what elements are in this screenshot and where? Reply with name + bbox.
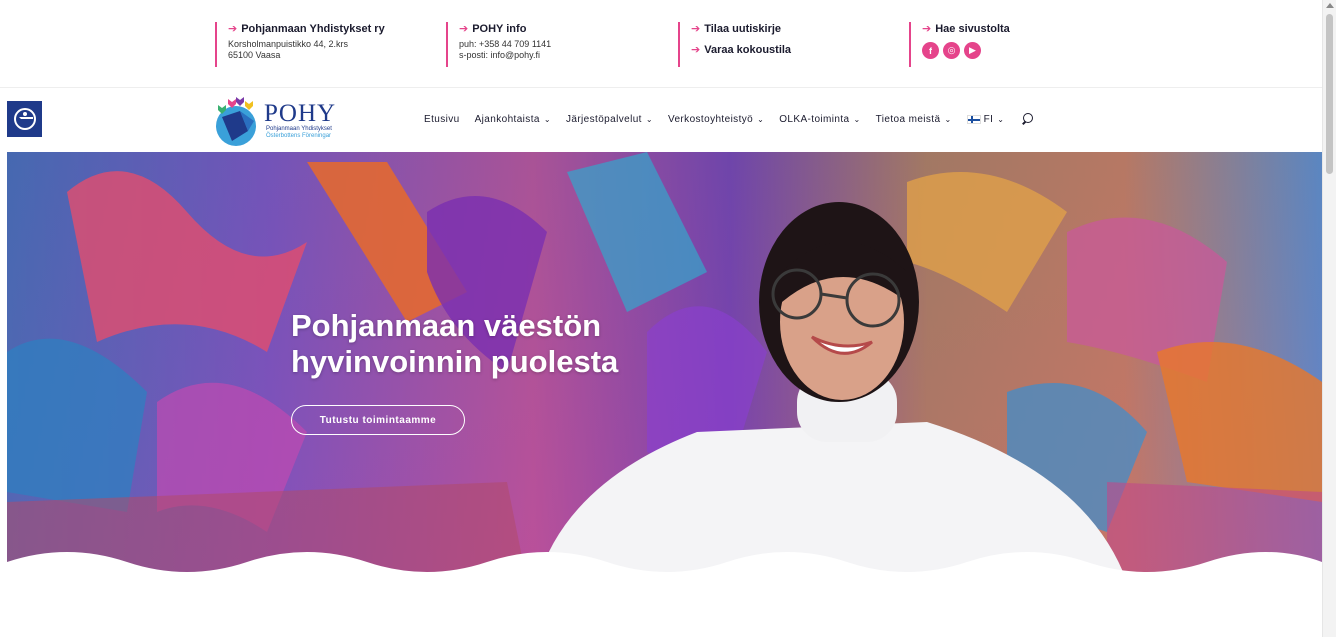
nav-item-jarjestopalvelut[interactable]: Järjestöpalvelut ⌄ <box>566 114 653 125</box>
logo-tagline-sv: Österbottens Föreningar <box>266 133 332 139</box>
newsletter-link[interactable]: ➔ Tilaa uutiskirje <box>691 22 791 36</box>
hero-title: Pohjanmaan väestön hyvinvoinnin puolesta <box>291 308 619 379</box>
site-logo[interactable]: POHY Pohjanmaan Yhdistykset Österbottens… <box>214 95 344 147</box>
search-icon[interactable] <box>1021 113 1034 125</box>
youtube-icon[interactable]: ▶ <box>964 42 981 59</box>
chevron-down-icon: ⌄ <box>853 114 861 124</box>
finland-flag-icon <box>966 114 981 124</box>
chevron-down-icon: ⌄ <box>757 114 765 124</box>
accessibility-icon <box>13 108 36 130</box>
top-info-bar: ➔ Pohjanmaan Yhdistykset ry Korsholmanpui… <box>0 0 1322 88</box>
chevron-down-icon: ⌄ <box>645 114 653 124</box>
email-text[interactable]: s-posti: info@pohy.fi <box>459 50 551 61</box>
hero-banner: Pohjanmaan väestön hyvinvoinnin puolesta… <box>7 152 1322 582</box>
arrow-right-icon: ➔ <box>691 23 701 35</box>
main-nav: Etusivu Ajankohtaista ⌄ Järjestöpalvelut ⌄… <box>424 112 1034 126</box>
contact-info-block: ➔ POHY info puh: +358 44 709 1141 s-posti… <box>446 22 551 67</box>
address-line: Korsholmanpuistikko 44, 2.krs <box>228 39 349 49</box>
arrow-right-icon: ➔ <box>922 23 932 35</box>
search-social-block: ➔ Hae sivustolta f ◎ ▶ <box>909 22 1010 67</box>
language-switcher[interactable]: FI ⌄ <box>966 114 1005 125</box>
chevron-down-icon: ⌄ <box>997 114 1005 124</box>
nav-item-verkostoyhteistyo[interactable]: Verkostoyhteistyö ⌄ <box>668 114 764 125</box>
nav-item-olka-toiminta[interactable]: OLKA-toiminta ⌄ <box>779 114 860 125</box>
arrow-right-icon: ➔ <box>228 23 238 35</box>
scrollbar-thumb[interactable] <box>1326 14 1333 174</box>
nav-item-ajankohtaista[interactable]: Ajankohtaista ⌄ <box>475 114 551 125</box>
arrow-right-icon: ➔ <box>459 23 469 35</box>
page-scrollbar[interactable] <box>1322 0 1336 637</box>
logo-tagline-fi: Pohjanmaan Yhdistykset <box>266 126 332 132</box>
scroll-up-arrow-icon[interactable] <box>1326 3 1334 8</box>
chevron-down-icon: ⌄ <box>944 114 952 124</box>
social-links: f ◎ ▶ <box>922 42 1010 59</box>
logo-mark-icon <box>216 97 256 146</box>
chevron-down-icon: ⌄ <box>543 114 551 124</box>
org-name: ➔ Pohjanmaan Yhdistykset ry <box>228 23 385 35</box>
book-meeting-room-link[interactable]: ➔ Varaa kokoustila <box>691 43 791 57</box>
accessibility-button[interactable] <box>7 101 42 137</box>
nav-item-tietoa-meista[interactable]: Tietoa meistä ⌄ <box>876 114 952 125</box>
logo-text: POHY <box>264 100 337 127</box>
site-search-link[interactable]: ➔ Hae sivustolta <box>922 22 1010 36</box>
instagram-icon[interactable]: ◎ <box>943 42 960 59</box>
contact-address-block: ➔ Pohjanmaan Yhdistykset ry Korsholmanpui… <box>215 22 385 67</box>
phone-text[interactable]: puh: +358 44 709 1141 <box>459 39 551 50</box>
info-title: ➔ POHY info <box>459 23 527 35</box>
facebook-icon[interactable]: f <box>922 42 939 59</box>
arrow-right-icon: ➔ <box>691 44 701 56</box>
quick-links-block: ➔ Tilaa uutiskirje ➔ Varaa kokoustila <box>678 22 791 67</box>
explore-activities-button[interactable]: Tutustu toimintaamme <box>291 405 465 435</box>
postal-line: 65100 Vaasa <box>228 50 281 60</box>
nav-item-etusivu[interactable]: Etusivu <box>424 114 460 125</box>
